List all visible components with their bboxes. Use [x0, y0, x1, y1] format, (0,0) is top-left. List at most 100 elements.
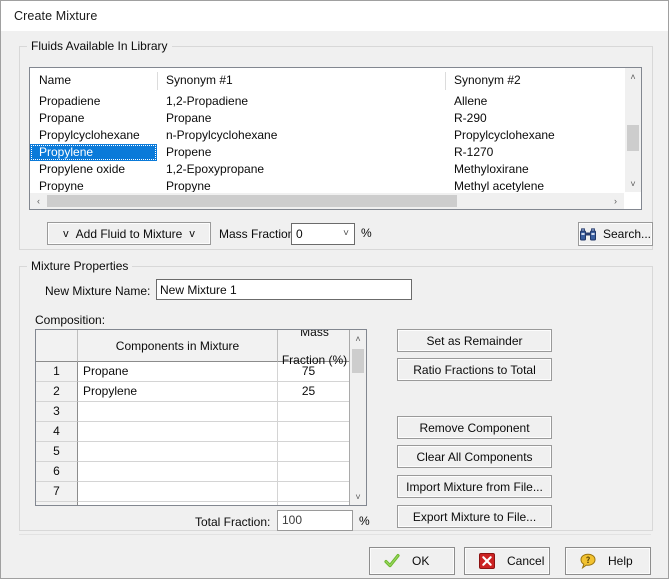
- column-header-name[interactable]: Name: [30, 68, 157, 93]
- remove-component-label: Remove Component: [419, 420, 530, 435]
- footer-divider: [19, 534, 651, 535]
- component-mass-fraction[interactable]: [278, 402, 351, 422]
- component-name[interactable]: [78, 462, 278, 482]
- fluid-name: Propylene oxide: [39, 162, 126, 176]
- composition-row[interactable]: 8: [36, 502, 366, 505]
- fluid-synonym2: R-1270: [454, 145, 494, 159]
- component-mass-fraction[interactable]: [278, 502, 351, 505]
- help-button[interactable]: Help: [565, 547, 651, 575]
- export-mixture-button[interactable]: Export Mixture to File...: [397, 505, 552, 528]
- group-legend-mixture: Mixture Properties: [27, 259, 133, 273]
- fluids-horizontal-scrollbar[interactable]: ‹ ›: [30, 192, 624, 209]
- component-mass-fraction[interactable]: 75: [278, 362, 351, 382]
- scrollbar-thumb[interactable]: [627, 125, 639, 151]
- scrollbar-thumb[interactable]: [47, 195, 457, 207]
- title-bar: Create Mixture: [1, 1, 668, 32]
- component-name[interactable]: [78, 502, 278, 505]
- composition-row[interactable]: 4: [36, 422, 366, 442]
- composition-vertical-scrollbar[interactable]: ˄ ˅: [349, 330, 366, 505]
- import-mixture-button[interactable]: Import Mixture from File...: [397, 475, 552, 498]
- scrollbar-thumb[interactable]: [352, 349, 364, 373]
- row-index: 7: [36, 482, 78, 502]
- fluids-listview-header: Name Synonym #1 Synonym #2: [30, 68, 641, 93]
- component-name[interactable]: Propane: [78, 362, 278, 382]
- composition-row[interactable]: 6: [36, 462, 366, 482]
- row-index: 1: [36, 362, 78, 382]
- scroll-down-icon[interactable]: ˅: [350, 488, 366, 505]
- scroll-down-icon[interactable]: ˅: [625, 175, 641, 192]
- cancel-button-label: Cancel: [507, 554, 545, 568]
- new-mixture-name-input[interactable]: [156, 279, 412, 300]
- add-fluid-to-mixture-button[interactable]: v Add Fluid to Mixture v: [47, 222, 211, 245]
- composition-grid[interactable]: Components in Mixture Mass Fraction (%) …: [35, 329, 367, 506]
- row-index: 4: [36, 422, 78, 442]
- fluid-synonym2: R-290: [454, 111, 487, 125]
- column-header-synonym1[interactable]: Synonym #1: [157, 68, 445, 93]
- component-name[interactable]: [78, 442, 278, 462]
- ok-button[interactable]: OK: [369, 547, 455, 575]
- component-name[interactable]: [78, 482, 278, 502]
- total-fraction-value: 100: [277, 510, 353, 531]
- fluid-name: Propadiene: [39, 94, 101, 108]
- mass-fraction-label: Mass Fraction:: [219, 227, 298, 241]
- fluid-row[interactable]: Propylcyclohexane n-Propylcyclohexane Pr…: [30, 127, 641, 144]
- set-as-remainder-button[interactable]: Set as Remainder: [397, 329, 552, 352]
- window-title: Create Mixture: [14, 9, 98, 23]
- green-check-icon: [384, 554, 400, 568]
- fluid-synonym1: n-Propylcyclohexane: [166, 128, 278, 142]
- composition-row[interactable]: 7: [36, 482, 366, 502]
- remove-component-button[interactable]: Remove Component: [397, 416, 552, 439]
- scroll-right-icon[interactable]: ›: [607, 193, 624, 209]
- component-name[interactable]: Propylene: [78, 382, 278, 402]
- component-name[interactable]: [78, 422, 278, 442]
- mass-fraction-unit: %: [361, 226, 372, 240]
- fluid-row[interactable]: Propylene oxide 1,2-Epoxypropane Methylo…: [30, 161, 641, 178]
- row-index: 8: [36, 502, 78, 505]
- component-mass-fraction[interactable]: [278, 422, 351, 442]
- import-mixture-label: Import Mixture from File...: [406, 479, 543, 494]
- clear-all-components-button[interactable]: Clear All Components: [397, 445, 552, 468]
- mass-fraction-header-line1: Mass: [300, 329, 329, 339]
- search-button[interactable]: Search...: [578, 222, 653, 246]
- column-header-synonym2[interactable]: Synonym #2: [445, 68, 641, 93]
- create-mixture-dialog: Create Mixture Fluids Available In Libra…: [0, 0, 669, 579]
- component-mass-fraction[interactable]: [278, 462, 351, 482]
- component-mass-fraction[interactable]: [278, 482, 351, 502]
- fluid-synonym2: Allene: [454, 94, 488, 108]
- cancel-button[interactable]: Cancel: [464, 547, 550, 575]
- fluid-row[interactable]: Propadiene 1,2-Propadiene Allene: [30, 93, 641, 110]
- fluids-listview[interactable]: Name Synonym #1 Synonym #2 Propadiene 1,…: [29, 67, 642, 210]
- fluid-row-selected[interactable]: Propylene Propene R-1270: [30, 144, 641, 161]
- export-mixture-label: Export Mixture to File...: [412, 509, 537, 524]
- fluid-name: Propylcyclohexane: [39, 128, 140, 142]
- fluid-synonym1: Propane: [166, 111, 212, 125]
- row-index: 2: [36, 382, 78, 402]
- component-name[interactable]: [78, 402, 278, 422]
- fluid-synonym1: 1,2-Epoxypropane: [166, 162, 265, 176]
- ratio-fractions-label: Ratio Fractions to Total: [413, 362, 536, 377]
- fluid-name: Propane: [39, 111, 85, 125]
- mass-fraction-combobox[interactable]: 0 ˅: [291, 223, 355, 245]
- component-mass-fraction[interactable]: [278, 442, 351, 462]
- composition-row[interactable]: 5: [36, 442, 366, 462]
- group-legend-fluids: Fluids Available In Library: [27, 39, 172, 53]
- composition-label: Composition:: [35, 313, 106, 327]
- composition-row[interactable]: 2 Propylene 25: [36, 382, 366, 402]
- scroll-up-icon[interactable]: ˄: [625, 68, 641, 85]
- red-x-icon: [479, 553, 495, 569]
- scroll-left-icon[interactable]: ‹: [30, 193, 47, 209]
- fluid-row[interactable]: Propane Propane R-290: [30, 110, 641, 127]
- chevron-down-icon-right: v: [189, 227, 195, 240]
- help-button-label: Help: [608, 554, 633, 568]
- composition-row[interactable]: 1 Propane 75: [36, 362, 366, 382]
- row-index: 3: [36, 402, 78, 422]
- component-mass-fraction[interactable]: 25: [278, 382, 351, 402]
- scroll-up-icon[interactable]: ˄: [350, 330, 366, 347]
- fluids-vertical-scrollbar[interactable]: ˄ ˅: [624, 68, 641, 192]
- ratio-fractions-to-total-button[interactable]: Ratio Fractions to Total: [397, 358, 552, 381]
- yellow-question-icon: [580, 553, 596, 569]
- composition-row[interactable]: 3: [36, 402, 366, 422]
- ok-button-label: OK: [412, 554, 430, 568]
- fluid-synonym1: Propene: [166, 145, 212, 159]
- chevron-down-icon[interactable]: ˅: [343, 224, 349, 244]
